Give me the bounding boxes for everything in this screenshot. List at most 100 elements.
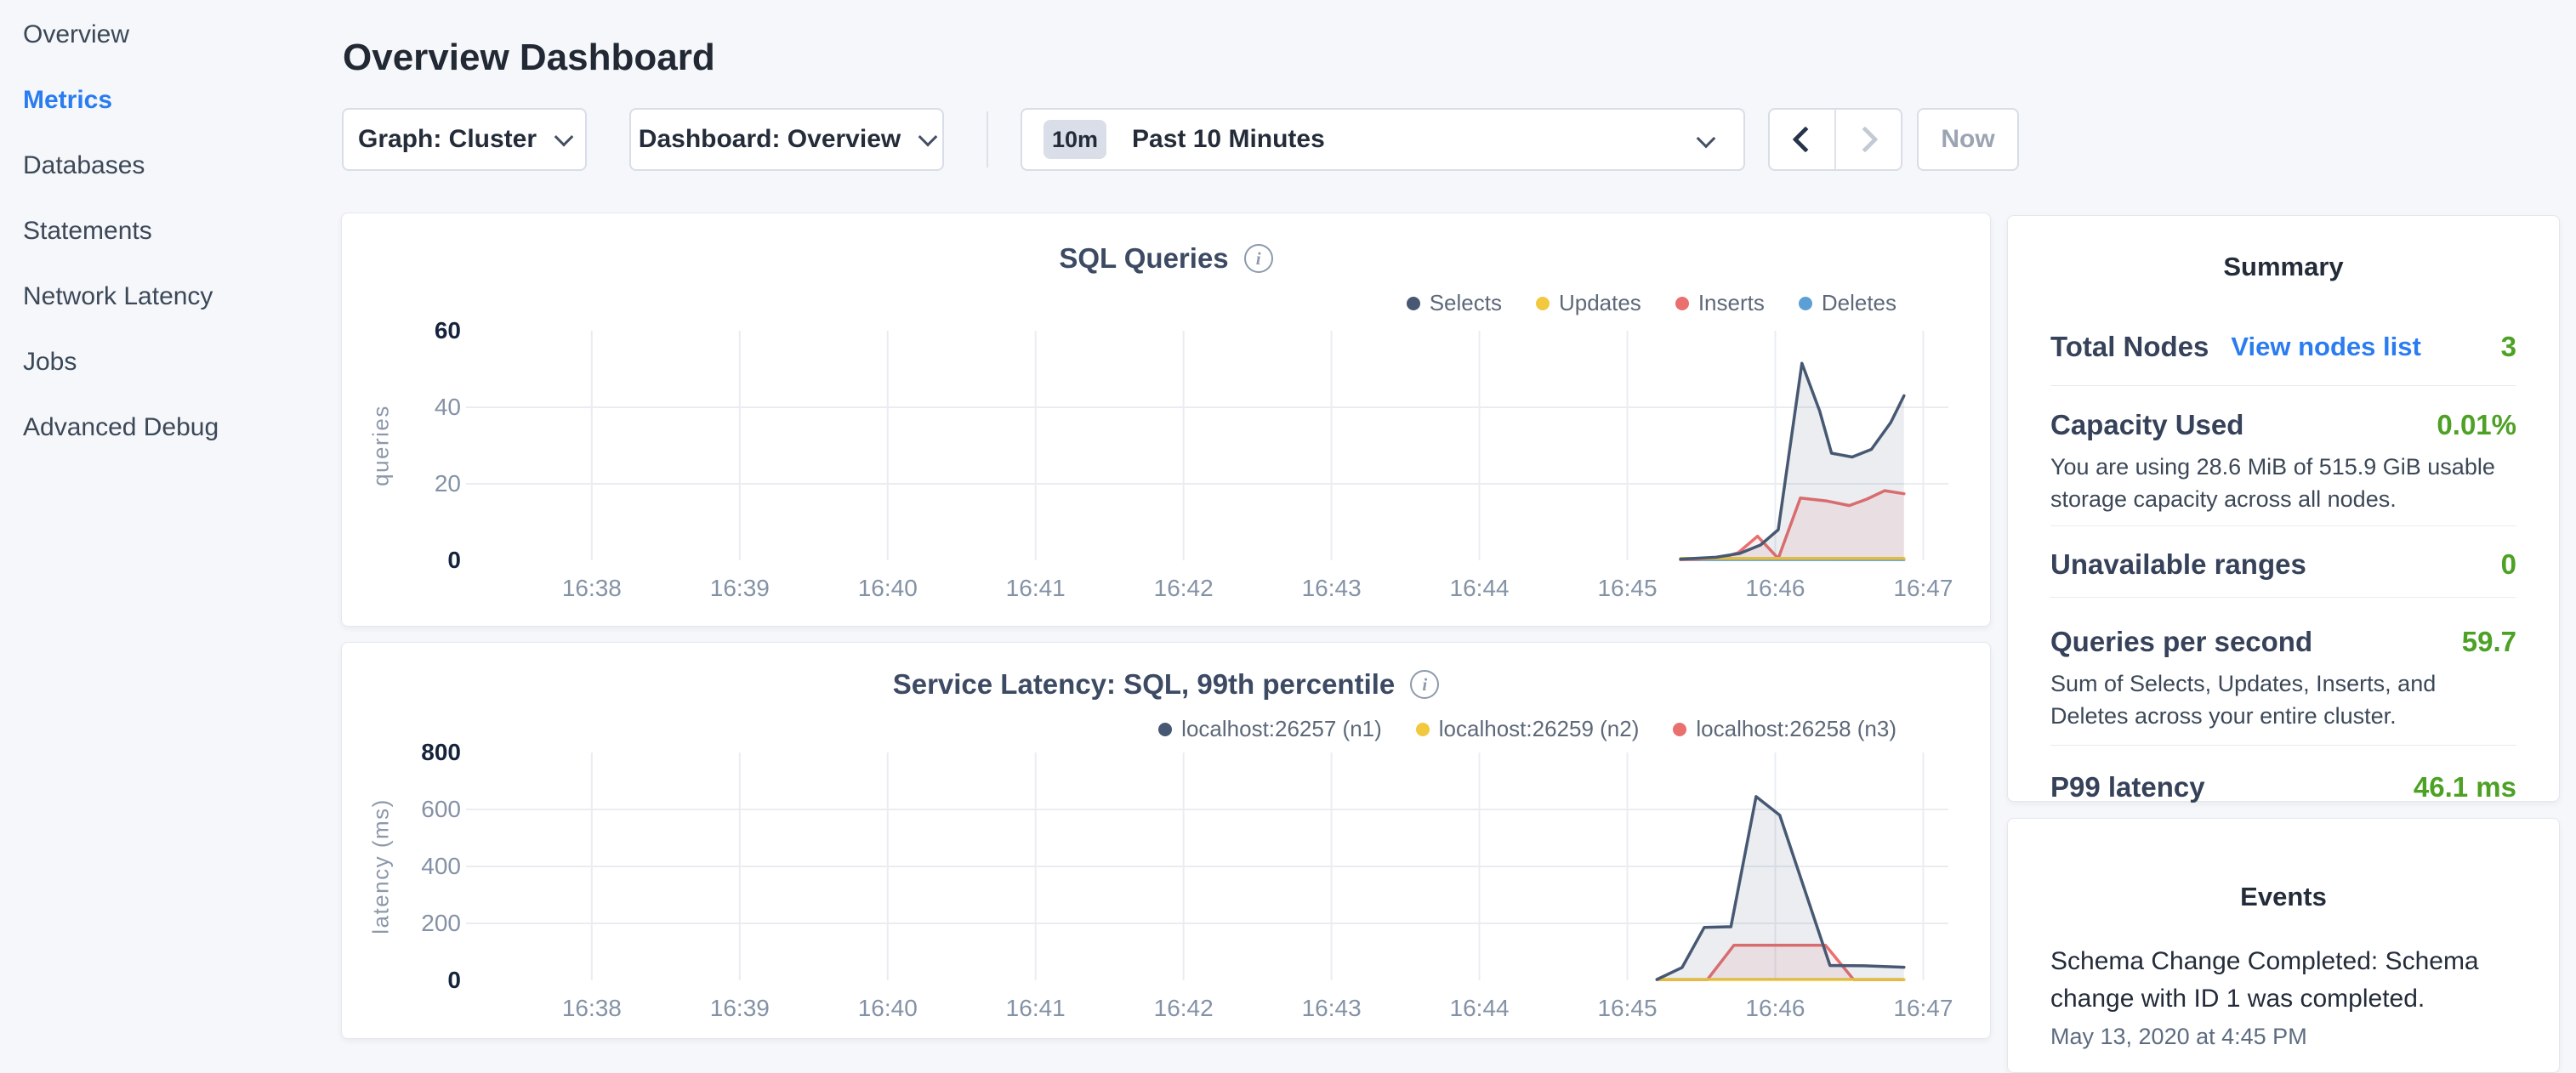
sidebar-item-databases[interactable]: Databases — [0, 133, 340, 198]
legend-item: Inserts — [1675, 290, 1765, 316]
svg-text:16:46: 16:46 — [1745, 995, 1805, 1021]
unavailable-ranges-label: Unavailable ranges — [2050, 548, 2306, 582]
sidebar-item-overview[interactable]: Overview — [0, 2, 340, 67]
info-icon[interactable]: i — [1410, 670, 1439, 699]
events-title: Events — [2008, 819, 2559, 912]
info-icon[interactable]: i — [1244, 244, 1273, 273]
y-tick-label: 40 — [435, 395, 461, 420]
svg-text:16:42: 16:42 — [1154, 995, 1214, 1021]
legend-label: localhost:26258 (n3) — [1696, 716, 1896, 742]
summary-panel: Summary Total Nodes View nodes list 3 Ca… — [2007, 215, 2560, 802]
legend-dot-icon — [1675, 297, 1689, 310]
chevron-left-icon — [1792, 126, 1818, 152]
sql-queries-plot: 16:38 16:39 16:40 16:41 16:42 16:43 16:44 16:45… — [466, 331, 1948, 607]
chart-title-text: SQL Queries — [1059, 242, 1228, 275]
legend-item: localhost:26258 (n3) — [1673, 716, 1896, 742]
y-tick-label: 800 — [421, 740, 461, 765]
y-tick-label: 60 — [435, 318, 461, 343]
legend-dot-icon — [1536, 297, 1550, 310]
y-tick-label: 0 — [447, 968, 461, 993]
svg-text:16:46: 16:46 — [1745, 575, 1805, 601]
svg-text:16:44: 16:44 — [1450, 575, 1510, 601]
event-timestamp: May 13, 2020 at 4:45 PM — [2050, 1024, 2516, 1050]
now-button[interactable]: Now — [1917, 108, 2019, 171]
dashboard-dropdown[interactable]: Dashboard: Overview — [629, 108, 944, 171]
service-latency-chart-card: Service Latency: SQL, 99th percentile i … — [341, 642, 1991, 1039]
event-text: Schema Change Completed: Schema change w… — [2050, 943, 2516, 1018]
p99-latency-value: 46.1 ms — [2414, 770, 2516, 804]
legend-item: localhost:26257 (n1) — [1158, 716, 1382, 742]
summary-row-p99: P99 latency 46.1 ms — [2050, 745, 2516, 821]
total-nodes-label: Total Nodes — [2050, 330, 2209, 364]
svg-text:16:47: 16:47 — [1893, 575, 1953, 601]
chart-legend: localhost:26257 (n1) localhost:26259 (n2)… — [1158, 716, 1896, 742]
qps-label: Queries per second — [2050, 625, 2312, 659]
svg-text:16:39: 16:39 — [710, 575, 770, 601]
legend-item: Deletes — [1799, 290, 1896, 316]
svg-text:16:41: 16:41 — [1006, 995, 1066, 1021]
p99-latency-label: P99 latency — [2050, 770, 2205, 804]
sidebar-item-network-latency[interactable]: Network Latency — [0, 264, 340, 329]
capacity-value: 0.01% — [2437, 408, 2516, 442]
summary-row-total-nodes: Total Nodes View nodes list 3 — [2050, 282, 2516, 385]
page-title: Overview Dashboard — [343, 37, 715, 79]
total-nodes-value: 3 — [2501, 330, 2516, 364]
sidebar: Overview Metrics Databases Statements Ne… — [0, 0, 340, 460]
legend-label: Deletes — [1822, 290, 1896, 316]
next-timespan-button[interactable] — [1834, 110, 1901, 169]
legend-dot-icon — [1416, 723, 1430, 736]
capacity-label: Capacity Used — [2050, 408, 2243, 442]
sidebar-item-metrics[interactable]: Metrics — [0, 67, 340, 133]
svg-text:16:40: 16:40 — [858, 575, 918, 601]
events-panel: Events Schema Change Completed: Schema c… — [2007, 818, 2560, 1073]
y-tick-label: 400 — [421, 854, 461, 879]
legend-label: localhost:26259 (n2) — [1439, 716, 1640, 742]
sidebar-item-statements[interactable]: Statements — [0, 198, 340, 264]
svg-text:16:43: 16:43 — [1302, 575, 1362, 601]
legend-dot-icon — [1673, 723, 1686, 736]
summary-row-qps: Queries per second 59.7 Sum of Selects, … — [2050, 597, 2516, 745]
previous-timespan-button[interactable] — [1770, 110, 1834, 169]
time-range-dropdown[interactable]: 10m Past 10 Minutes — [1021, 108, 1745, 171]
sidebar-item-jobs[interactable]: Jobs — [0, 329, 340, 395]
chevron-down-icon — [554, 128, 574, 147]
time-range-badge: 10m — [1043, 120, 1106, 159]
legend-item: Selects — [1407, 290, 1502, 316]
y-tick-label: 20 — [435, 471, 461, 497]
graph-dropdown[interactable]: Graph: Cluster — [342, 108, 587, 171]
svg-text:16:45: 16:45 — [1597, 995, 1657, 1021]
sql-queries-chart-card: SQL Queries i Selects Updates Inserts Delet… — [341, 213, 1991, 627]
svg-text:16:38: 16:38 — [562, 995, 622, 1021]
sidebar-item-advanced-debug[interactable]: Advanced Debug — [0, 395, 340, 460]
legend-item: localhost:26259 (n2) — [1416, 716, 1640, 742]
chevron-right-icon — [1851, 126, 1878, 152]
service-latency-plot: 16:3816:3916:4016:4116:4216:4316:4416:45… — [466, 752, 1948, 1027]
toolbar-divider — [987, 111, 988, 167]
svg-text:16:38: 16:38 — [562, 575, 622, 601]
legend-dot-icon — [1158, 723, 1172, 736]
graph-dropdown-label: Graph: Cluster — [358, 125, 537, 154]
summary-title: Summary — [2008, 216, 2559, 282]
chart-title-text: Service Latency: SQL, 99th percentile — [893, 668, 1396, 701]
summary-row-unavailable-ranges: Unavailable ranges 0 — [2050, 525, 2516, 597]
time-range-label: Past 10 Minutes — [1132, 125, 1325, 154]
time-step-buttons — [1768, 108, 1902, 171]
qps-value: 59.7 — [2462, 625, 2516, 659]
view-nodes-list-link[interactable]: View nodes list — [2231, 330, 2420, 364]
legend-dot-icon — [1799, 297, 1812, 310]
legend-label: Selects — [1430, 290, 1502, 316]
y-tick-label: 600 — [421, 797, 461, 822]
svg-text:16:42: 16:42 — [1154, 575, 1214, 601]
svg-text:16:45: 16:45 — [1597, 575, 1657, 601]
svg-text:16:41: 16:41 — [1006, 575, 1066, 601]
svg-text:16:39: 16:39 — [710, 995, 770, 1021]
legend-label: Inserts — [1698, 290, 1765, 316]
legend-label: Updates — [1559, 290, 1641, 316]
y-axis-ticks: 0200400600800 — [342, 752, 461, 980]
chevron-down-icon — [918, 128, 938, 147]
svg-text:16:43: 16:43 — [1302, 995, 1362, 1021]
qps-description: Sum of Selects, Updates, Inserts, and De… — [2050, 667, 2516, 732]
capacity-description: You are using 28.6 MiB of 515.9 GiB usab… — [2050, 451, 2516, 515]
unavailable-ranges-value: 0 — [2501, 548, 2516, 582]
list-item[interactable]: Schema Change Completed: Schema change w… — [2050, 943, 2516, 1050]
